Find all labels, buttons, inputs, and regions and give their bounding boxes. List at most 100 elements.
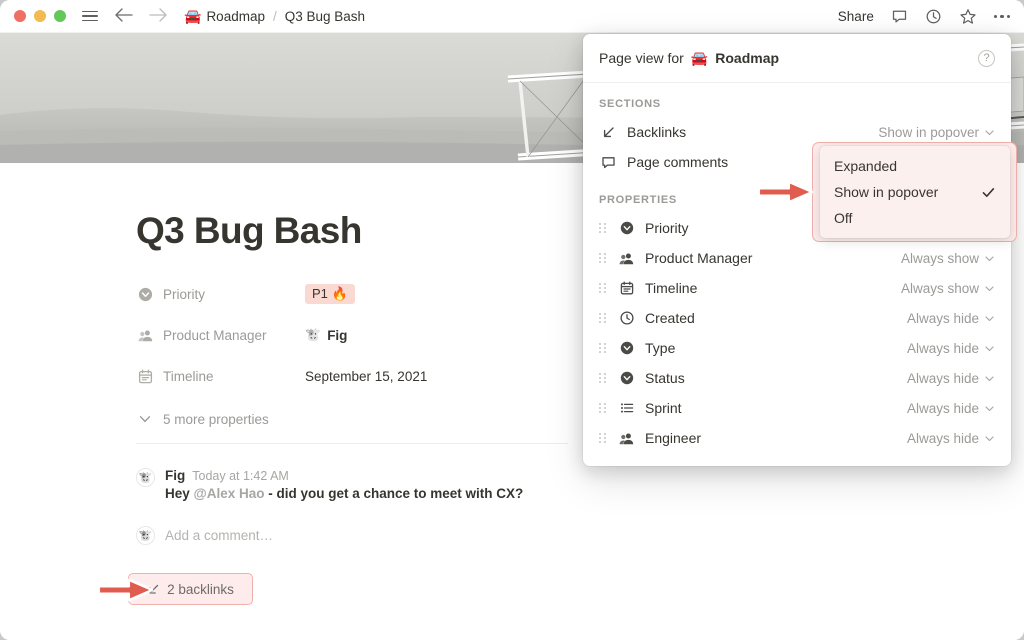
property-visibility-select-engineer[interactable]: Always hide bbox=[907, 431, 995, 446]
close-window-button[interactable] bbox=[14, 10, 26, 22]
select-icon bbox=[617, 371, 636, 385]
drag-handle-icon[interactable] bbox=[599, 252, 611, 264]
menu-item-off[interactable]: Off bbox=[820, 205, 1010, 231]
drag-handle-icon[interactable] bbox=[599, 222, 611, 234]
property-row-type[interactable]: Type Always hide bbox=[583, 333, 1011, 363]
property-visibility-value: Always hide bbox=[906, 340, 979, 356]
property-row-status[interactable]: Status Always hide bbox=[583, 363, 1011, 393]
drag-handle-icon[interactable] bbox=[599, 312, 611, 324]
back-arrow-icon[interactable] bbox=[114, 7, 133, 25]
comment-content: Fig Today at 1:42 AM Hey @Alex Hao - did… bbox=[165, 468, 523, 501]
breadcrumb: 🚘 Roadmap / Q3 Bug Bash bbox=[184, 8, 365, 25]
zoom-window-button[interactable] bbox=[54, 10, 66, 22]
comment-icon[interactable] bbox=[891, 8, 908, 25]
roadmap-emoji-icon: 🚘 bbox=[184, 7, 202, 24]
property-label: Priority bbox=[645, 220, 689, 236]
property-row-created[interactable]: Created Always hide bbox=[583, 303, 1011, 333]
chevron-down-icon bbox=[984, 283, 995, 294]
history-icon[interactable] bbox=[925, 8, 942, 25]
visibility-dropdown-menu: Expanded Show in popover Off bbox=[820, 146, 1010, 238]
property-label: Engineer bbox=[645, 430, 702, 446]
property-visibility-select-product-manager[interactable]: Always show bbox=[901, 251, 995, 266]
property-visibility-select-created[interactable]: Always hide bbox=[907, 311, 995, 326]
timeline-value[interactable]: September 15, 2021 bbox=[305, 369, 427, 384]
menu-item-expanded[interactable]: Expanded bbox=[820, 153, 1010, 179]
help-icon[interactable]: ? bbox=[978, 49, 995, 67]
clock-icon bbox=[617, 311, 636, 325]
property-row-timeline[interactable]: Timeline Always show bbox=[583, 273, 1011, 303]
page-property-product-manager[interactable]: Product Manager 🐮 Fig bbox=[136, 324, 347, 346]
product-manager-value[interactable]: 🐮 Fig bbox=[305, 327, 347, 343]
chevron-down-icon bbox=[984, 253, 995, 264]
page-property-priority[interactable]: Priority P1 🔥 bbox=[136, 283, 355, 305]
breadcrumb-current[interactable]: Q3 Bug Bash bbox=[285, 9, 365, 24]
property-visibility-value: Always show bbox=[900, 250, 979, 266]
menu-item-label: Show in popover bbox=[834, 184, 939, 200]
drag-handle-icon[interactable] bbox=[599, 282, 611, 294]
properties-list: Priority Product Manager Always show Tim… bbox=[583, 213, 1011, 453]
property-visibility-select-type[interactable]: Always hide bbox=[907, 341, 995, 356]
property-label: Created bbox=[645, 310, 695, 326]
hamburger-icon[interactable] bbox=[82, 10, 98, 22]
person-icon bbox=[136, 326, 154, 344]
forward-arrow-icon[interactable] bbox=[149, 7, 168, 25]
person-icon bbox=[617, 431, 636, 446]
drag-handle-icon[interactable] bbox=[599, 372, 611, 384]
select-icon bbox=[617, 221, 636, 235]
property-visibility-value: Always hide bbox=[906, 370, 979, 386]
add-comment-input[interactable]: Add a comment… bbox=[165, 528, 273, 543]
menu-item-show-in-popover[interactable]: Show in popover bbox=[820, 179, 1010, 205]
annotation-arrow-dropdown bbox=[757, 180, 814, 209]
property-visibility-select-status[interactable]: Always hide bbox=[907, 371, 995, 386]
section-visibility-select-backlinks[interactable]: Show in popover bbox=[878, 125, 995, 140]
share-button[interactable]: Share bbox=[838, 9, 874, 24]
property-label: Type bbox=[645, 340, 676, 356]
property-visibility-value: Always show bbox=[900, 280, 979, 296]
property-visibility-value: Always hide bbox=[906, 430, 979, 446]
app-window: 🚘 Roadmap / Q3 Bug Bash Share Q3 Bug Bas… bbox=[0, 0, 1024, 640]
titlebar-actions: Share bbox=[838, 0, 1010, 33]
backlink-arrow-icon bbox=[599, 125, 618, 140]
property-label: Product Manager bbox=[645, 250, 753, 266]
comment-text-suffix: - did you get a chance to meet with CX? bbox=[264, 486, 524, 501]
property-visibility-select-timeline[interactable]: Always show bbox=[901, 281, 995, 296]
drag-handle-icon[interactable] bbox=[599, 402, 611, 414]
chevron-down-icon bbox=[984, 433, 995, 444]
property-row-product-manager[interactable]: Product Manager Always show bbox=[583, 243, 1011, 273]
menu-item-label: Off bbox=[834, 210, 853, 226]
avatar: 🐮 bbox=[305, 327, 322, 342]
menu-item-label: Expanded bbox=[834, 158, 898, 174]
popover-title-target: Roadmap bbox=[715, 50, 780, 66]
comment-text-prefix: Hey bbox=[165, 486, 194, 501]
priority-badge[interactable]: P1 🔥 bbox=[305, 284, 355, 304]
page-property-timeline[interactable]: Timeline September 15, 2021 bbox=[136, 365, 427, 387]
page-view-popover: Page view for 🚘 Roadmap ? SECTIONS Backl… bbox=[583, 34, 1011, 466]
favorite-star-icon[interactable] bbox=[959, 8, 977, 26]
breadcrumb-parent[interactable]: Roadmap bbox=[206, 9, 265, 24]
add-comment-row[interactable]: 🐮 Add a comment… bbox=[136, 526, 273, 545]
title-bar: 🚘 Roadmap / Q3 Bug Bash Share bbox=[0, 0, 1024, 33]
select-icon bbox=[617, 341, 636, 355]
section-visibility-value: Show in popover bbox=[878, 124, 979, 140]
breadcrumb-separator: / bbox=[272, 8, 277, 24]
property-row-sprint[interactable]: Sprint Always hide bbox=[583, 393, 1011, 423]
more-options-icon[interactable] bbox=[993, 14, 1010, 19]
popover-title-prefix: Page view for bbox=[599, 50, 684, 66]
window-traffic-lights bbox=[14, 10, 66, 22]
more-properties-toggle[interactable]: 5 more properties bbox=[136, 410, 269, 428]
chevron-down-icon bbox=[984, 343, 995, 354]
comment-mention[interactable]: @Alex Hao bbox=[194, 486, 265, 501]
property-row-engineer[interactable]: Engineer Always hide bbox=[583, 423, 1011, 453]
drag-handle-icon[interactable] bbox=[599, 342, 611, 354]
page-property-label: Timeline bbox=[163, 368, 214, 384]
chevron-down-icon bbox=[984, 403, 995, 414]
backlinks-label: 2 backlinks bbox=[167, 581, 234, 597]
sections-header: SECTIONS bbox=[599, 98, 661, 110]
minimize-window-button[interactable] bbox=[34, 10, 46, 22]
content-divider bbox=[136, 443, 568, 444]
property-label: Status bbox=[645, 370, 685, 386]
drag-handle-icon[interactable] bbox=[599, 432, 611, 444]
property-visibility-select-sprint[interactable]: Always hide bbox=[907, 401, 995, 416]
chevron-down-icon bbox=[136, 410, 154, 428]
person-icon bbox=[617, 251, 636, 266]
